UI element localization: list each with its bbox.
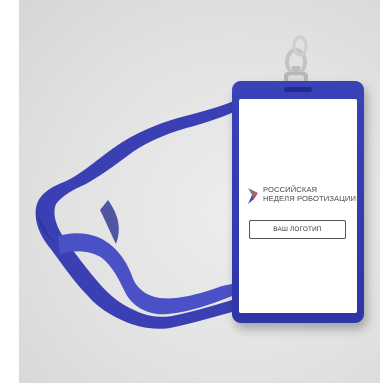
badge-slot (284, 87, 312, 92)
lanyard-fold (100, 200, 119, 244)
event-brand: РОССИЙСКАЯ НЕДЕЛЯ РОБОТИЗАЦИИ (246, 182, 358, 212)
brand-name: РОССИЙСКАЯ НЕДЕЛЯ РОБОТИЗАЦИИ (263, 185, 356, 203)
logo-placeholder-box: ВАШ ЛОГОТИП (249, 220, 346, 239)
brand-line-2: НЕДЕЛЯ РОБОТИЗАЦИИ (263, 194, 357, 203)
lanyard-clip-icon (284, 35, 308, 86)
star-logo-icon (248, 188, 258, 204)
badge-mockup-scene: РОССИЙСКАЯ НЕДЕЛЯ РОБОТИЗАЦИИ ВАШ ЛОГОТИ… (0, 0, 380, 383)
brand-line-1: РОССИЙСКАЯ (263, 185, 318, 194)
